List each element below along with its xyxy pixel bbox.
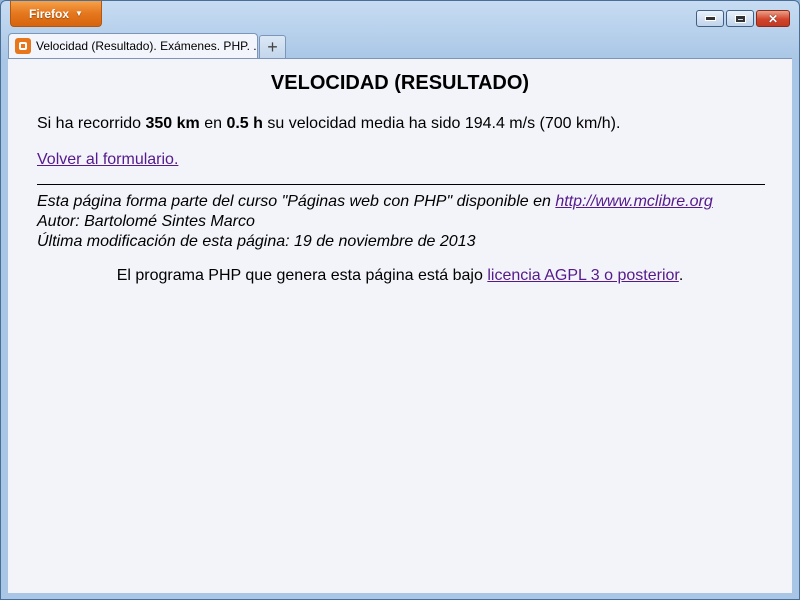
minimize-icon (704, 16, 716, 21)
page-content: VELOCIDAD (RESULTADO) Si ha recorrido 35… (8, 58, 792, 593)
firefox-menu-label: Firefox (29, 6, 70, 21)
firefox-menu-button[interactable]: Firefox ▼ (10, 1, 102, 27)
browser-window: Firefox ▼ ✕ Velocidad (Resultado). Exáme… (0, 0, 800, 600)
mclibre-link[interactable]: http://www.mclibre.org (555, 193, 712, 210)
new-tab-button[interactable]: + (259, 35, 286, 58)
minimize-button[interactable] (696, 10, 724, 27)
plus-icon: + (267, 37, 278, 57)
maximize-button[interactable] (726, 10, 754, 27)
result-time: 0.5 h (226, 115, 263, 132)
result-middle: en (199, 115, 227, 132)
footer-course-line: Esta página forma parte del curso "Págin… (37, 192, 713, 212)
page-footer: Esta página forma parte del curso "Págin… (37, 192, 713, 252)
result-text: Si ha recorrido 350 km en 0.5 h su veloc… (37, 115, 620, 133)
result-suffix: su velocidad media ha sido 194.4 m/s (70… (262, 115, 621, 132)
license-prefix: El programa PHP que genera esta página e… (116, 267, 488, 284)
horizontal-divider (37, 184, 765, 185)
footer-last-modified: Última modificación de esta página: 19 d… (37, 233, 476, 250)
footer-author: Autor: Bartolomé Sintes Marco (37, 213, 255, 230)
license-link[interactable]: licencia AGPL 3 o posterior (487, 267, 679, 284)
page-title: VELOCIDAD (RESULTADO) (270, 72, 530, 94)
dropdown-arrow-icon: ▼ (75, 9, 83, 18)
close-button[interactable]: ✕ (756, 10, 790, 27)
license-notice: El programa PHP que genera esta página e… (8, 267, 792, 285)
tab-bar: Velocidad (Resultado). Exámenes. PHP. ..… (8, 32, 286, 58)
tab-active[interactable]: Velocidad (Resultado). Exámenes. PHP. ..… (8, 33, 258, 58)
tab-title: Velocidad (Resultado). Exámenes. PHP. ..… (36, 39, 258, 53)
maximize-icon (734, 14, 746, 23)
result-prefix: Si ha recorrido (37, 115, 146, 132)
license-suffix: . (678, 267, 684, 284)
window-controls: ✕ (696, 10, 790, 27)
close-icon: ✕ (767, 11, 779, 26)
footer-course-text: Esta página forma parte del curso "Págin… (37, 193, 556, 210)
result-distance: 350 km (145, 115, 200, 132)
site-favicon-icon (15, 38, 31, 54)
back-to-form-link[interactable]: Volver al formulario. (37, 151, 178, 169)
